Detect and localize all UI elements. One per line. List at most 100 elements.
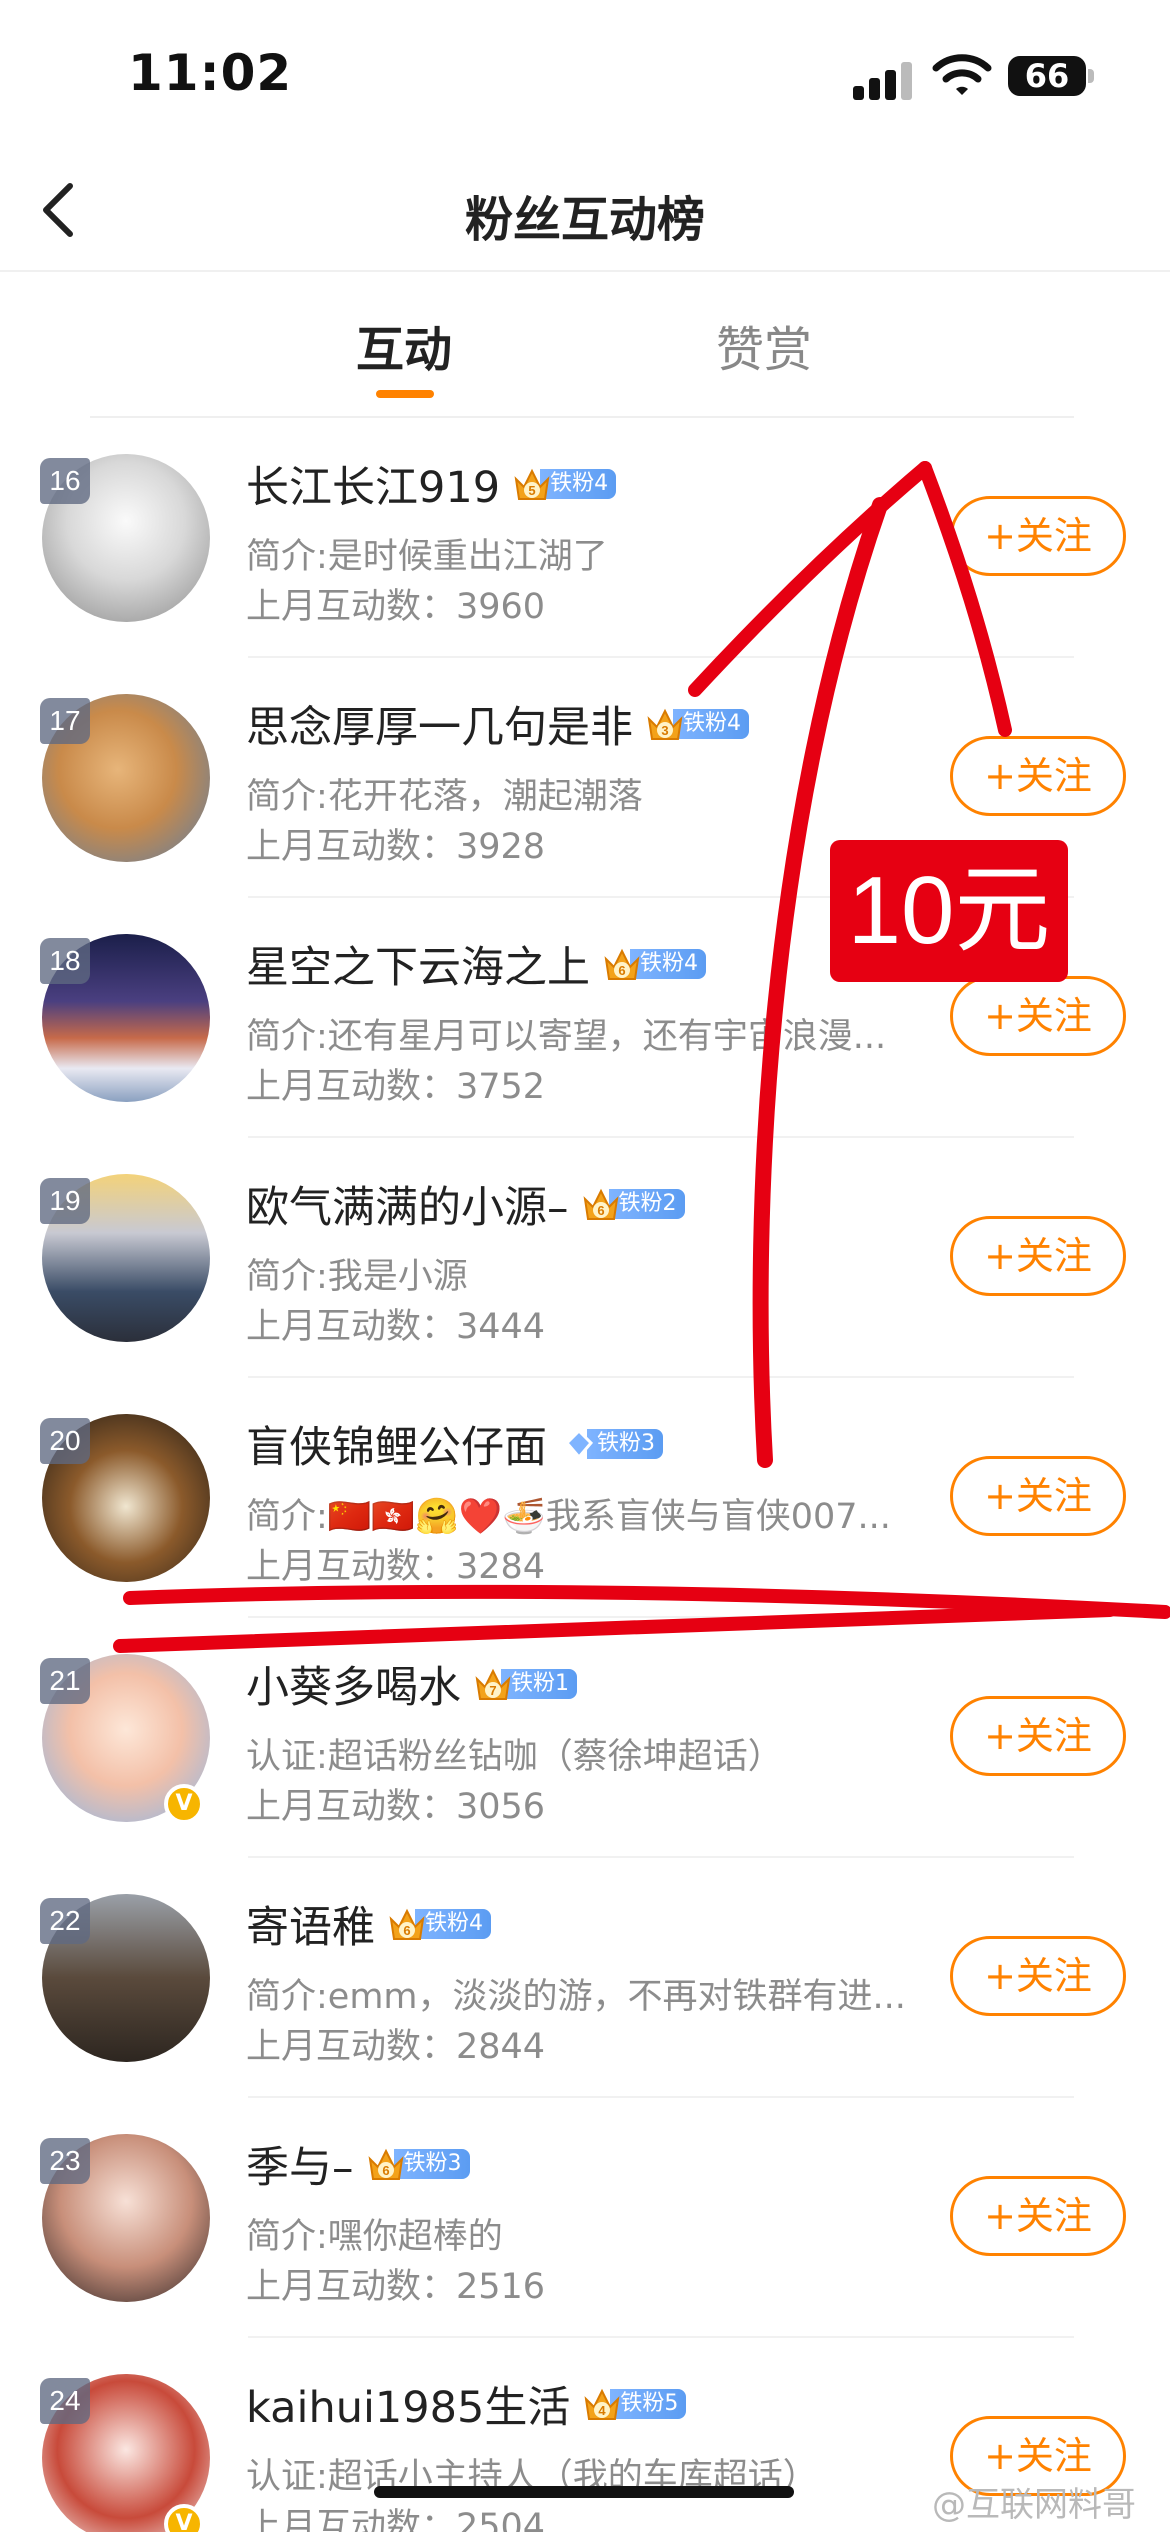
- user-name[interactable]: 长江长江919: [246, 453, 500, 515]
- interaction-count: 上月互动数：3960: [246, 587, 546, 627]
- user-name[interactable]: 欧气满满的小源–: [246, 1173, 569, 1235]
- rank-badge: 19: [40, 1178, 90, 1224]
- interaction-count: 上月互动数：3752: [246, 1067, 546, 1107]
- fan-level: 6: [618, 963, 625, 978]
- rank-badge: 20: [40, 1418, 90, 1464]
- user-bio: 简介:花开花落，潮起潮落: [246, 777, 643, 817]
- fan-level: 5: [528, 483, 535, 498]
- list-item[interactable]: 20 盲侠锦鲤公仔面 铁粉3 简介:🇨🇳🇭🇰🤗❤️🍜我系盲侠与盲侠007... …: [0, 1378, 1170, 1618]
- user-name[interactable]: 思念厚厚一几句是非: [246, 693, 633, 755]
- crown-icon: 3: [647, 708, 683, 740]
- crown-icon: 6: [583, 1188, 618, 1220]
- name-line: 盲侠锦鲤公仔面 铁粉3: [246, 1413, 663, 1475]
- user-bio: 简介:emm，淡淡的游，不再对铁群有进...: [246, 1977, 906, 2017]
- list-item[interactable]: 22 寄语稚 6 铁粉4 简介:emm，淡淡的游，不再对铁群有进... 上月互动…: [0, 1858, 1170, 2098]
- user-bio: 认证:超话粉丝钻咖（蔡徐坤超话）: [246, 1737, 783, 1777]
- name-line: 星空之下云海之上 6 铁粉4: [246, 933, 706, 995]
- user-name[interactable]: 寄语稚: [246, 1893, 375, 1955]
- user-name[interactable]: 星空之下云海之上: [246, 933, 590, 995]
- name-line: 寄语稚 6 铁粉4: [246, 1893, 491, 1955]
- name-line: 季与– 6 铁粉3: [246, 2133, 470, 2195]
- cellular-signal-icon: [853, 60, 913, 100]
- fan-badge: 6 铁粉3: [366, 2146, 470, 2182]
- fan-level: 4: [599, 2403, 607, 2418]
- interaction-count: 上月互动数：2516: [246, 2267, 546, 2307]
- rank-badge: 16: [40, 458, 90, 504]
- follow-button[interactable]: +关注: [950, 736, 1126, 816]
- interaction-count: 上月互动数：3284: [246, 1547, 546, 1587]
- user-name[interactable]: kaihui1985生活: [246, 2373, 570, 2435]
- list-item[interactable]: 21 小葵多喝水 7 铁粉1 认证:超话粉丝钻咖（蔡徐坤超话） 上月互动数：30…: [0, 1618, 1170, 1858]
- follow-button[interactable]: +关注: [950, 1456, 1126, 1536]
- verified-icon: V: [164, 1784, 204, 1824]
- home-indicator: [374, 2486, 794, 2498]
- interaction-count: 上月互动数：2504: [246, 2507, 546, 2532]
- follow-button[interactable]: +关注: [950, 1936, 1126, 2016]
- fan-badge: 4 铁粉5: [582, 2386, 687, 2422]
- list-item[interactable]: 16 长江长江919 5 铁粉4 简介:是时候重出江湖了 上月互动数：3960 …: [0, 418, 1170, 658]
- tab-indicator: [376, 390, 434, 398]
- fan-list: 16 长江长江919 5 铁粉4 简介:是时候重出江湖了 上月互动数：3960 …: [0, 418, 1170, 2532]
- rank-badge: 17: [40, 698, 90, 744]
- user-bio: 简介:还有星月可以寄望，还有宇宙浪漫...: [246, 1017, 887, 1057]
- name-line: 欧气满满的小源– 6 铁粉2: [246, 1173, 685, 1235]
- rank-badge: 21: [40, 1658, 90, 1704]
- crown-icon: 5: [514, 468, 550, 500]
- fan-badge: 7 铁粉1: [473, 1666, 577, 1702]
- fan-level: 6: [382, 2163, 389, 2178]
- price-annotation: 10元: [830, 840, 1068, 982]
- user-name[interactable]: 小葵多喝水: [246, 1653, 461, 1715]
- fan-badge: 5 铁粉4: [512, 466, 617, 502]
- name-line: 思念厚厚一几句是非 3 铁粉4: [246, 693, 749, 755]
- name-line: 长江长江919 5 铁粉4: [246, 453, 617, 515]
- tab-interaction[interactable]: 互动: [356, 310, 452, 380]
- fan-level: 6: [597, 1203, 604, 1218]
- tab-reward[interactable]: 赞赏: [716, 310, 812, 380]
- fan-badge: 6 铁粉4: [387, 1906, 491, 1942]
- diamond-icon: [564, 1428, 594, 1460]
- fan-badge: 铁粉3: [559, 1426, 663, 1462]
- wifi-icon: [932, 54, 992, 95]
- status-time: 11:02: [128, 44, 293, 102]
- fan-level: 7: [489, 1683, 496, 1698]
- follow-button[interactable]: +关注: [950, 1216, 1126, 1296]
- battery-nub: [1088, 69, 1094, 83]
- follow-button[interactable]: +关注: [950, 1696, 1126, 1776]
- name-line: 小葵多喝水 7 铁粉1: [246, 1653, 577, 1715]
- user-name[interactable]: 季与–: [246, 2133, 354, 2195]
- crown-icon: 4: [584, 2388, 620, 2420]
- follow-button[interactable]: +关注: [950, 2176, 1126, 2256]
- name-line: kaihui1985生活 4 铁粉5: [246, 2373, 687, 2435]
- fan-level: 6: [403, 1923, 410, 1938]
- fan-badge: 3 铁粉4: [645, 706, 749, 742]
- interaction-count: 上月互动数：3444: [246, 1307, 546, 1347]
- follow-button[interactable]: +关注: [950, 496, 1126, 576]
- interaction-count: 上月互动数：3928: [246, 827, 546, 867]
- user-bio: 简介:嘿你超棒的: [246, 2217, 503, 2257]
- user-name[interactable]: 盲侠锦鲤公仔面: [246, 1413, 547, 1475]
- user-bio: 简介:是时候重出江湖了: [246, 537, 608, 577]
- interaction-count: 上月互动数：3056: [246, 1787, 546, 1827]
- watermark: @互联网料哥: [932, 2485, 1136, 2525]
- follow-button[interactable]: +关注: [950, 976, 1126, 1056]
- user-bio: 简介:我是小源: [246, 1257, 468, 1297]
- verified-icon: V: [164, 2504, 204, 2532]
- nav-bar: 粉丝互动榜: [0, 150, 1170, 272]
- tab-bar: 互动 赞赏: [0, 272, 1170, 418]
- list-item[interactable]: 19 欧气满满的小源– 6 铁粉2 简介:我是小源 上月互动数：3444 +关注: [0, 1138, 1170, 1378]
- fan-badge: 6 铁粉4: [602, 946, 706, 982]
- rank-badge: 23: [40, 2138, 90, 2184]
- crown-icon: 7: [475, 1668, 511, 1700]
- list-item[interactable]: 23 季与– 6 铁粉3 简介:嘿你超棒的 上月互动数：2516 +关注: [0, 2098, 1170, 2338]
- interaction-count: 上月互动数：2844: [246, 2027, 546, 2067]
- rank-badge: 24: [40, 2378, 90, 2424]
- crown-icon: 6: [368, 2148, 403, 2180]
- status-bar: 11:02 66: [0, 0, 1170, 150]
- crown-icon: 6: [604, 948, 640, 980]
- page-title: 粉丝互动榜: [464, 192, 705, 248]
- rank-badge: 18: [40, 938, 90, 984]
- fan-level: 3: [661, 723, 668, 738]
- battery-icon: 66: [1008, 56, 1086, 96]
- rank-badge: 22: [40, 1898, 90, 1944]
- fan-badge: 6 铁粉2: [581, 1186, 685, 1222]
